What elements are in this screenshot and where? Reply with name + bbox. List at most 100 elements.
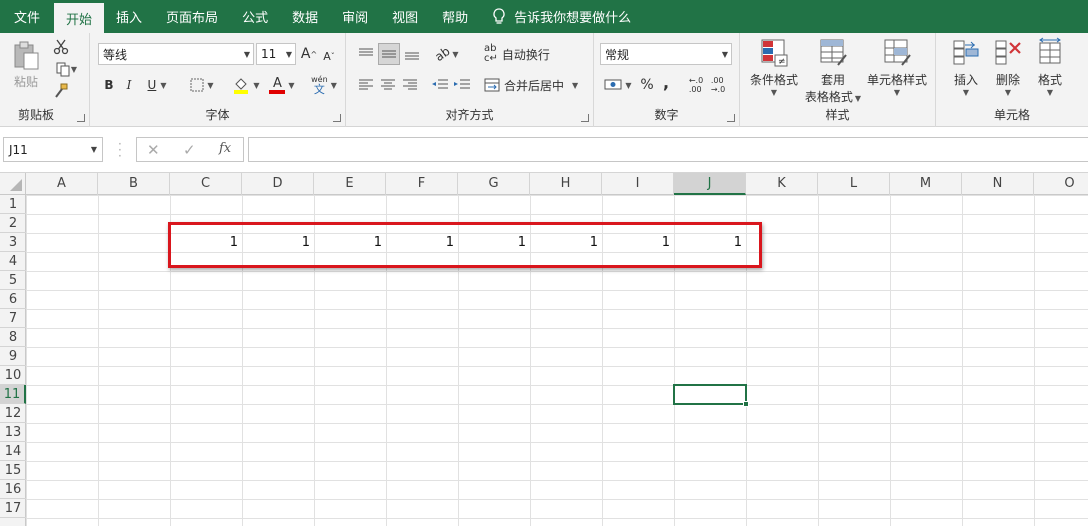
cell-styles-button[interactable]: 单元格样式 ▼ [864,37,930,107]
formula-input[interactable] [248,137,1088,162]
align-center-button[interactable] [378,74,398,96]
delete-cells-button[interactable]: 删除 ▼ [988,37,1028,103]
align-top-button[interactable] [356,43,376,65]
tab-formulas[interactable]: 公式 [230,0,280,33]
tab-data[interactable]: 数据 [280,0,330,33]
number-launcher-icon[interactable] [727,114,735,122]
fill-handle[interactable] [743,401,749,407]
tab-view[interactable]: 视图 [380,0,430,33]
chevron-down-icon: ▼ [90,145,97,154]
column-header-f[interactable]: F [386,173,458,195]
formula-bar-grip-icon: · · · [118,137,122,163]
comma-button[interactable]: , [658,71,674,93]
row-header-6[interactable]: 6 [0,290,26,309]
row-header-10[interactable]: 10 [0,366,26,385]
column-header-e[interactable]: E [314,173,386,195]
format-cells-button[interactable]: 格式 ▼ [1030,37,1070,103]
currency-button[interactable]: ▼ [602,74,634,96]
column-header-n[interactable]: N [962,173,1034,195]
insert-function-button[interactable]: fx [219,141,231,156]
align-right-button[interactable] [400,74,420,96]
row-header-15[interactable]: 15 [0,461,26,480]
font-color-button[interactable]: A ▼ [266,74,298,96]
name-box[interactable]: J11 ▼ [3,137,103,162]
row-header-8[interactable]: 8 [0,328,26,347]
column-header-m[interactable]: M [890,173,962,195]
align-bottom-button[interactable] [402,43,422,65]
cut-button[interactable] [50,37,72,57]
column-header-d[interactable]: D [242,173,314,195]
bold-button[interactable]: B [100,74,118,96]
wrap-text-button[interactable]: ab c↵ 自动换行 [484,42,564,66]
row-header-2[interactable]: 2 [0,214,26,233]
italic-button[interactable]: I [120,74,138,96]
row-header-1[interactable]: 1 [0,195,26,214]
column-header-i[interactable]: I [602,173,674,195]
cell-area[interactable]: 11111111 [26,195,1088,526]
tab-page-layout[interactable]: 页面布局 [154,0,230,33]
increase-decimal-button[interactable]: ←.0.00 [686,74,706,96]
tell-me-search[interactable]: 告诉我你想要做什么 [480,0,631,33]
tab-insert[interactable]: 插入 [104,0,154,33]
row-header-14[interactable]: 14 [0,442,26,461]
row-header-5[interactable]: 5 [0,271,26,290]
column-header-o[interactable]: O [1034,173,1088,195]
row-header-11[interactable]: 11 [0,385,26,404]
percent-button[interactable]: % [638,74,656,96]
insert-cells-button[interactable]: 插入 ▼ [946,37,986,103]
column-header-j[interactable]: J [674,173,746,195]
column-header-k[interactable]: K [746,173,818,195]
row-header-9[interactable]: 9 [0,347,26,366]
column-header-l[interactable]: L [818,173,890,195]
align-middle-button[interactable] [378,43,400,65]
conditional-format-button[interactable]: ≠ 条件格式 ▼ [748,37,800,107]
enter-icon[interactable]: ✓ [183,141,196,159]
select-all-corner[interactable] [0,173,26,195]
underline-button[interactable]: U ▼ [142,74,172,96]
font-size-combo[interactable]: 11 ▼ [256,43,296,65]
alignment-launcher-icon[interactable] [581,114,589,122]
cancel-icon[interactable]: ✕ [147,141,160,159]
tab-help[interactable]: 帮助 [430,0,480,33]
chevron-down-icon: ▼ [207,80,214,90]
row-header-7[interactable]: 7 [0,309,26,328]
number-format-combo[interactable]: 常规 ▼ [600,43,732,65]
format-painter-button[interactable] [50,81,72,101]
copy-button[interactable]: ▼ [50,59,82,79]
grow-font-button[interactable]: A ^ [300,43,318,65]
row-header-3[interactable]: 3 [0,233,26,252]
increase-indent-button[interactable] [452,74,472,96]
select-all-icon [10,179,22,191]
tab-review[interactable]: 审阅 [330,0,380,33]
row-header-4[interactable]: 4 [0,252,26,271]
column-header-a[interactable]: A [26,173,98,195]
border-button[interactable]: ▼ [186,74,218,96]
shrink-font-button[interactable]: Aˇ [320,45,338,67]
format-as-table-button[interactable]: 套用 表格格式 ▼ [802,37,864,107]
decrease-indent-button[interactable] [430,74,450,96]
row-header-17[interactable]: 17 [0,499,26,518]
column-header-b[interactable]: B [98,173,170,195]
tab-file[interactable]: 文件 [0,0,54,33]
number-group: 常规 ▼ ▼ % , ←.0.00 .00 →.0 数字 [594,33,740,127]
active-cell-outline[interactable] [673,384,747,405]
font-size-value: 11 [261,47,277,61]
tab-home[interactable]: 开始 [54,3,105,33]
align-left-button[interactable] [356,74,376,96]
column-header-h[interactable]: H [530,173,602,195]
column-header-c[interactable]: C [170,173,242,195]
font-color-glyph: A [272,75,282,91]
decrease-decimal-button[interactable]: .00 →.0 [708,74,728,96]
font-launcher-icon[interactable] [333,114,341,122]
row-header-13[interactable]: 13 [0,423,26,442]
row-header-12[interactable]: 12 [0,404,26,423]
clipboard-launcher-icon[interactable] [77,114,85,122]
font-name-combo[interactable]: 等线 ▼ [98,43,254,65]
paste-button[interactable]: 粘贴 [8,37,44,93]
row-header-16[interactable]: 16 [0,480,26,499]
orientation-button[interactable]: ab ▼ [432,43,462,65]
phonetic-button[interactable]: wén 文 ▼ [308,73,340,97]
column-header-g[interactable]: G [458,173,530,195]
merge-center-button[interactable]: 合并后居中 ▼ [484,73,584,97]
fill-color-button[interactable]: ▼ [230,74,262,96]
